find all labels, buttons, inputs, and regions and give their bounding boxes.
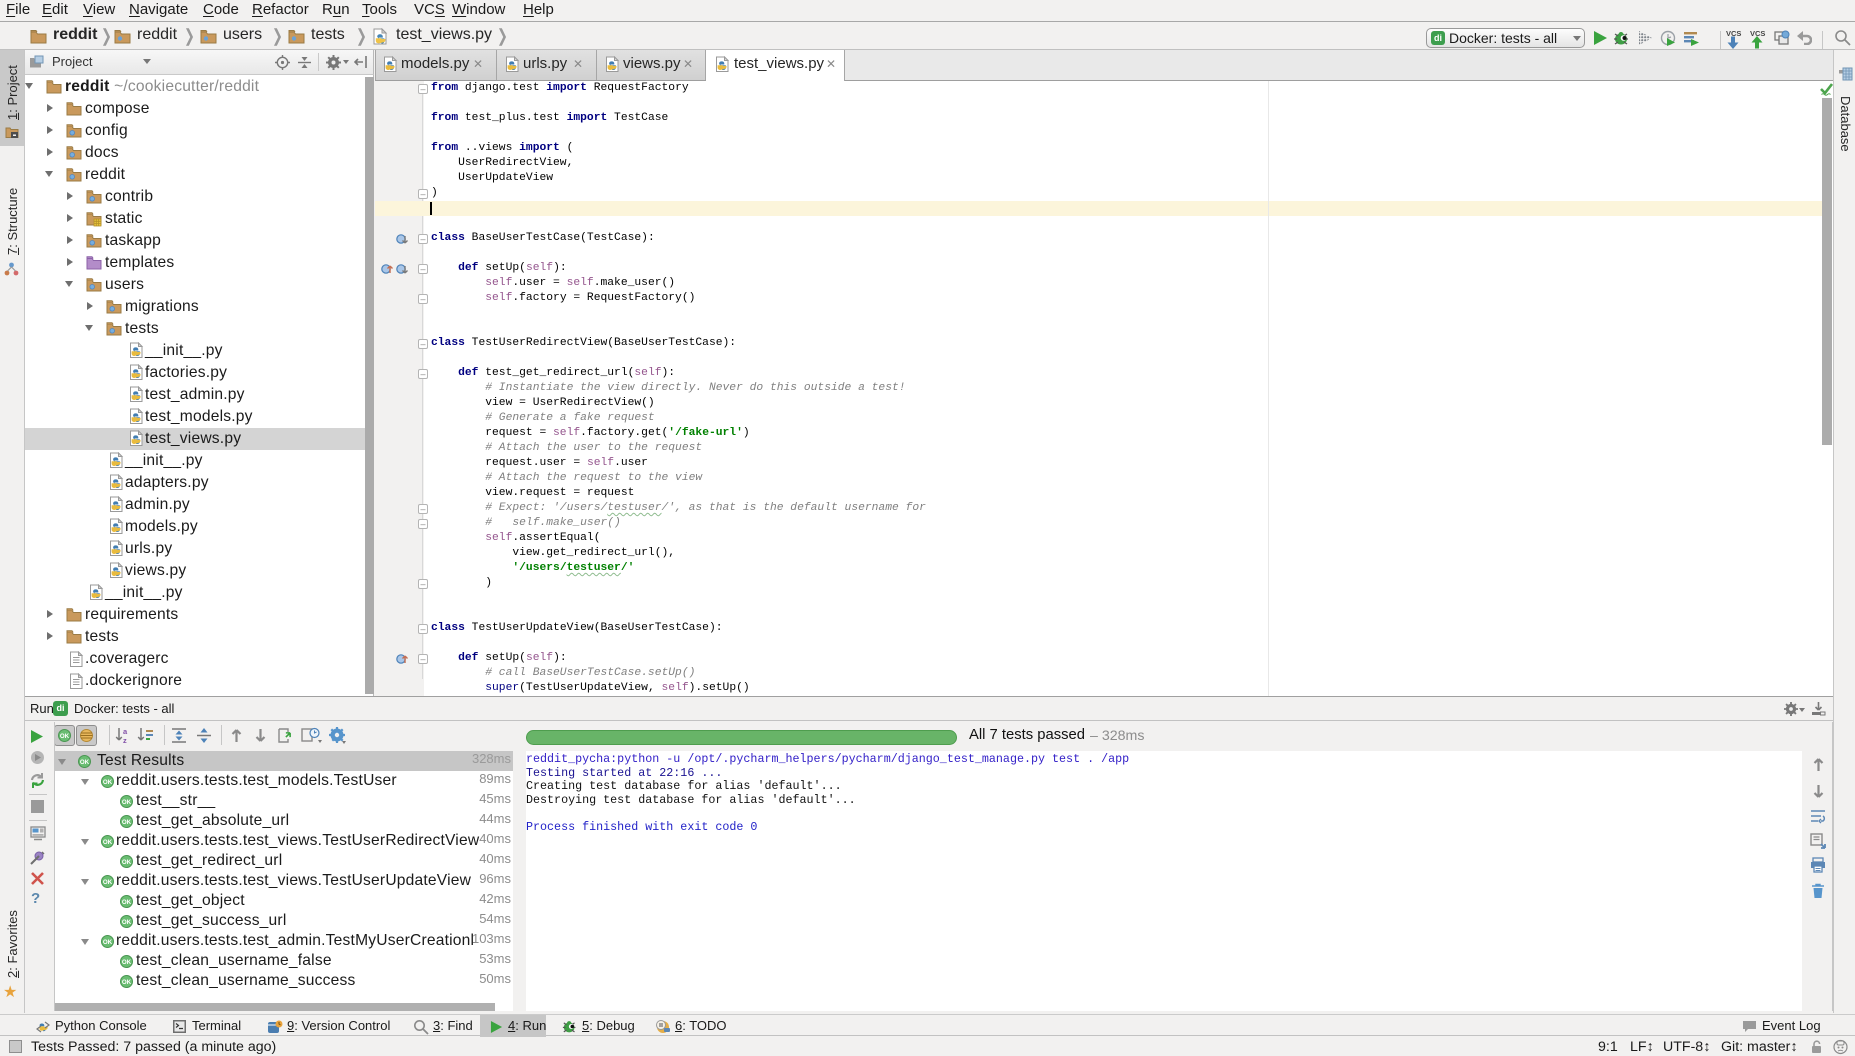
- svg-text:a: a: [123, 727, 128, 736]
- svg-text:z: z: [123, 736, 127, 744]
